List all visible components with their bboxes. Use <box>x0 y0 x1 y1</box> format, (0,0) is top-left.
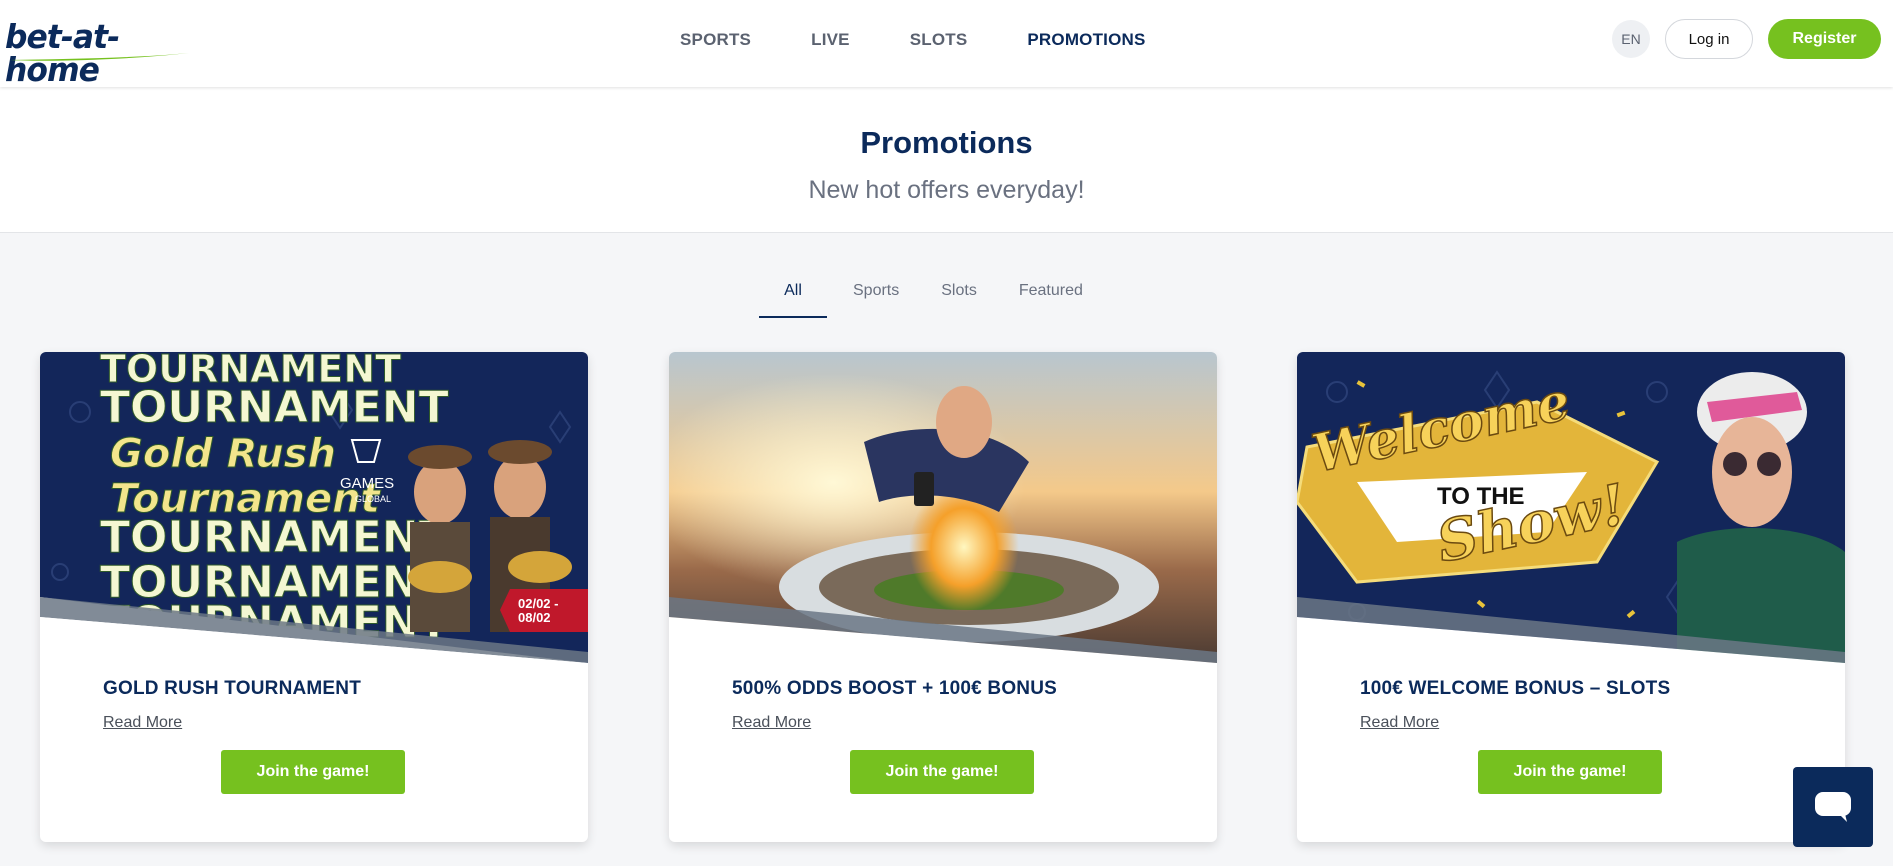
read-more-link[interactable]: Read More <box>103 714 182 732</box>
chat-button[interactable] <box>1793 767 1873 847</box>
register-button[interactable]: Register <box>1768 19 1881 59</box>
page-subtitle: New hot offers everyday! <box>808 176 1085 204</box>
promo-title: 500% ODDS BOOST + 100€ BONUS <box>732 678 1058 699</box>
promo-card-welcome-slots: Welcome TO THE Show! 100€ WELCOME BONUS … <box>1297 352 1845 842</box>
date-badge: 02/02 - 08/02 <box>500 589 588 632</box>
read-more-link[interactable]: Read More <box>1360 714 1439 732</box>
tab-sports[interactable]: Sports <box>837 282 915 316</box>
language-selector[interactable]: EN <box>1612 20 1650 58</box>
svg-text:GLOBAL: GLOBAL <box>355 494 391 504</box>
promotions-hero: Promotions New hot offers everyday! <box>0 87 1893 233</box>
tab-slots[interactable]: Slots <box>925 282 993 316</box>
nav-slots[interactable]: SLOTS <box>910 30 968 50</box>
odds-boost-banner-image[interactable] <box>669 352 1217 663</box>
nav-promotions[interactable]: PROMOTIONS <box>1027 30 1145 50</box>
promo-title: GOLD RUSH TOURNAMENT <box>103 678 362 699</box>
svg-text:GAMES: GAMES <box>340 475 394 492</box>
promotion-filter-tabs: All Sports Slots Featured <box>759 282 1099 318</box>
svg-text:08/02: 08/02 <box>518 610 551 625</box>
banner-script1: Gold Rush <box>110 431 336 477</box>
login-button[interactable]: Log in <box>1665 19 1753 59</box>
logo-swoosh-icon <box>9 53 189 61</box>
gold-rush-banner-image[interactable]: TOURNAMENT TOURNAMENT Gold Rush Tourname… <box>40 352 588 663</box>
nav-sports[interactable]: SPORTS <box>680 30 751 50</box>
promo-card-gold-rush: TOURNAMENT TOURNAMENT Gold Rush Tourname… <box>40 352 588 842</box>
bet-at-home-logo[interactable]: bet-at-home <box>5 20 195 86</box>
top-header: bet-at-home SPORTS LIVE SLOTS PROMOTIONS… <box>0 0 1893 87</box>
tab-all[interactable]: All <box>759 282 827 318</box>
banner-text-line2: TOURNAMENT <box>100 382 449 433</box>
nav-live[interactable]: LIVE <box>811 30 850 50</box>
join-game-button[interactable]: Join the game! <box>850 750 1034 794</box>
main-nav: SPORTS LIVE SLOTS PROMOTIONS <box>680 30 1146 50</box>
read-more-link[interactable]: Read More <box>732 714 811 732</box>
tab-featured[interactable]: Featured <box>1003 282 1099 316</box>
welcome-show-banner-image[interactable]: Welcome TO THE Show! <box>1297 352 1845 663</box>
promo-title: 100€ WELCOME BONUS – SLOTS <box>1360 678 1671 699</box>
chat-bubble-icon <box>1815 792 1851 822</box>
join-game-button[interactable]: Join the game! <box>221 750 405 794</box>
join-game-button[interactable]: Join the game! <box>1478 750 1662 794</box>
page-title: Promotions <box>860 125 1033 160</box>
svg-text:02/02 -: 02/02 - <box>518 596 558 611</box>
banner-text-line3: TOURNAMENT <box>100 512 449 563</box>
promo-card-odds-boost: 500% ODDS BOOST + 100€ BONUS Read More J… <box>669 352 1217 842</box>
